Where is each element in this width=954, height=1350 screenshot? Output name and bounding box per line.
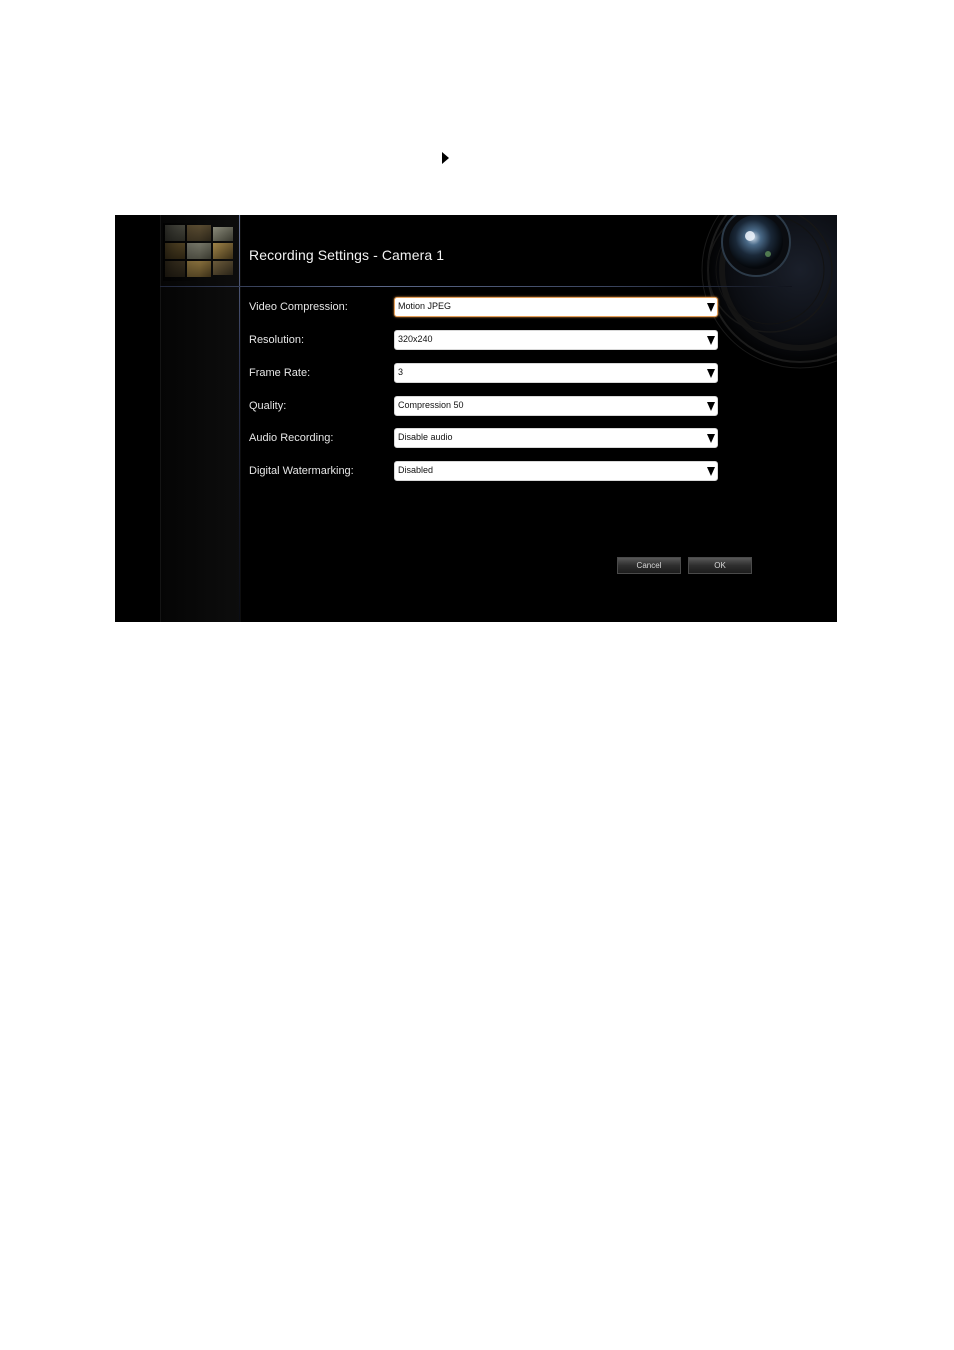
resolution-select[interactable]: 320x240 [394, 330, 718, 350]
dropdown-arrow-icon[interactable] [707, 336, 715, 345]
resolution-label: Resolution: [249, 334, 305, 346]
select-value: Compression 50 [398, 400, 464, 410]
cancel-button[interactable]: Cancel [617, 557, 681, 574]
ok-button[interactable]: OK [688, 557, 752, 574]
select-value: Motion JPEG [398, 301, 452, 311]
header-divider [160, 286, 792, 287]
frame-rate-label: Frame Rate: [249, 367, 311, 379]
frame-rate-select[interactable]: 3 [394, 363, 718, 383]
audio-recording-select[interactable]: Disable audio [394, 428, 718, 448]
select-value: Disable audio [398, 432, 453, 442]
digital-watermarking-select[interactable]: Disabled [394, 461, 718, 481]
select-value: 320x240 [398, 334, 433, 344]
digital-watermarking-label: Digital Watermarking: [249, 465, 354, 477]
select-value: 3 [398, 367, 404, 377]
recording-settings-dialog: Recording Settings - Camera 1 Video Comp… [115, 215, 837, 622]
video-compression-label: Video Compression: [249, 301, 348, 313]
dropdown-arrow-icon[interactable] [707, 402, 715, 411]
dropdown-arrow-icon[interactable] [707, 434, 715, 443]
dialog-title: Recording Settings - Camera 1 [249, 247, 445, 263]
audio-recording-label: Audio Recording: [249, 432, 334, 444]
triangle-pointer-icon [442, 152, 449, 164]
dropdown-arrow-icon[interactable] [707, 467, 715, 476]
quality-label: Quality: [249, 400, 287, 412]
quality-select[interactable]: Compression 50 [394, 396, 718, 416]
dropdown-arrow-icon[interactable] [707, 369, 715, 378]
select-value: Disabled [398, 465, 434, 475]
video-thumbnails-icon [163, 223, 237, 281]
vertical-divider [239, 215, 240, 622]
camera-lens-icon [701, 215, 837, 369]
video-compression-select[interactable]: Motion JPEG [394, 297, 718, 317]
dropdown-arrow-icon[interactable] [707, 303, 715, 312]
